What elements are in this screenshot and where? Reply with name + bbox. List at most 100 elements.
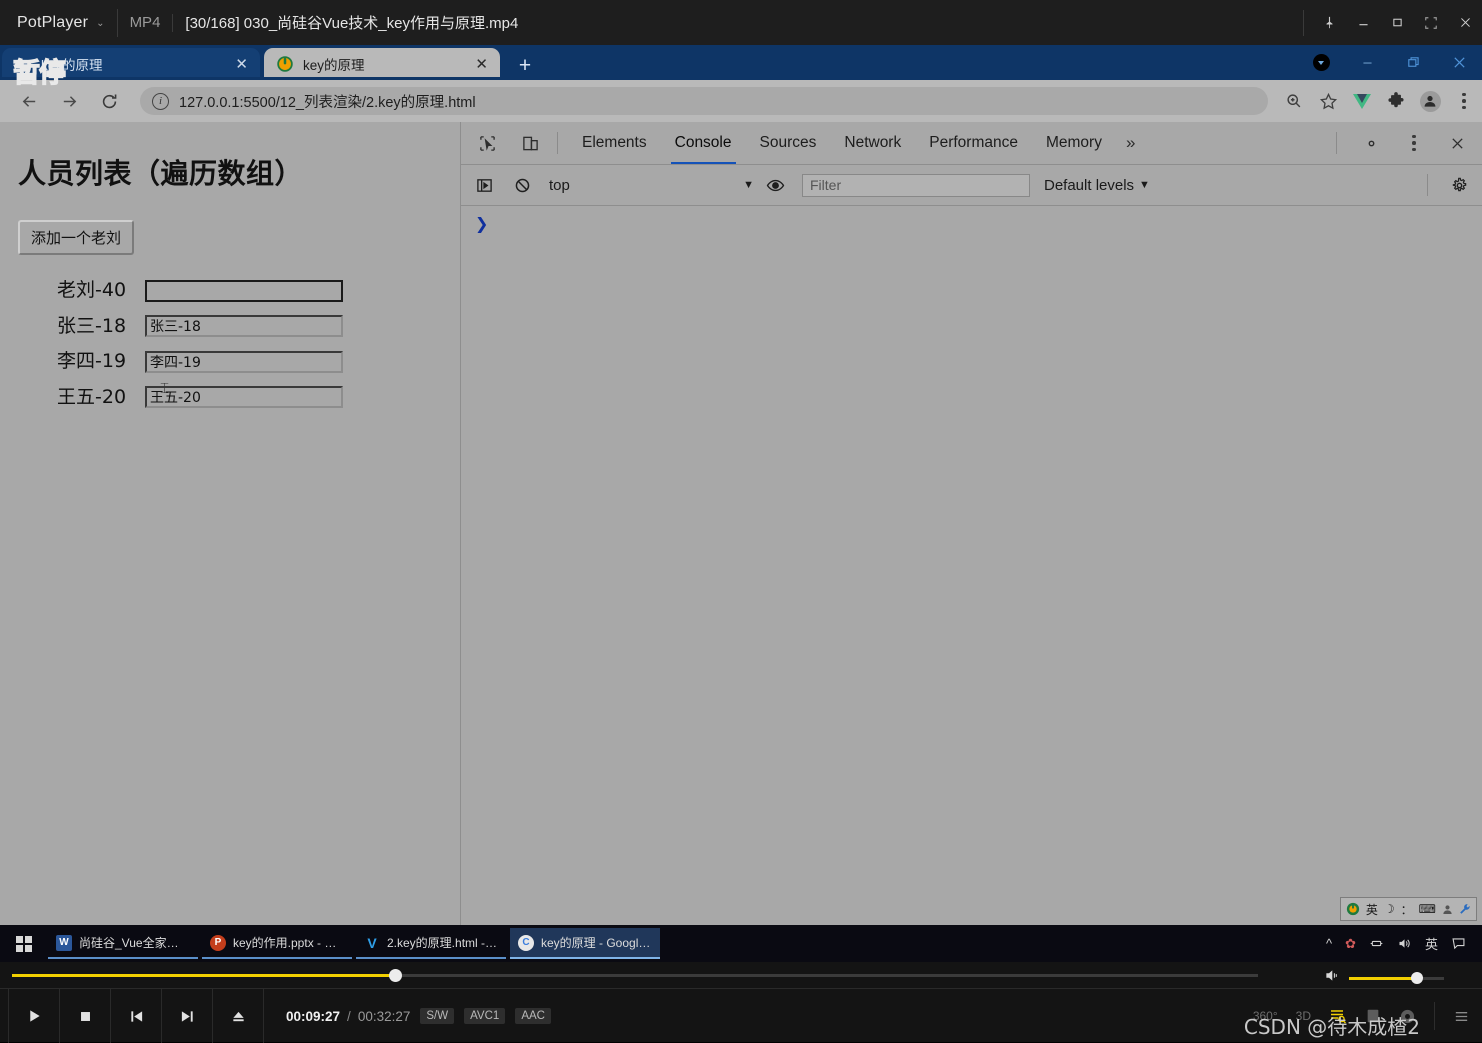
more-tabs-icon[interactable]: » [1116,133,1145,153]
minimize-icon[interactable] [1346,0,1380,45]
vue-devtools-icon[interactable] [1346,85,1378,117]
console-settings-gear-icon[interactable] [1444,170,1474,200]
ime-moon-icon[interactable]: ☽ [1384,902,1395,916]
volume-slider[interactable] [1349,971,1444,984]
potplayer-menu-caret-icon[interactable]: ⌄ [96,18,104,29]
bookmark-star-icon[interactable] [1312,85,1344,117]
list-item: 王五-20 [57,384,460,412]
tray-expand-icon[interactable]: ^ [1326,936,1332,951]
chrome-profile-indicator-icon[interactable] [1298,45,1344,80]
profile-avatar-icon[interactable] [1414,85,1446,117]
site-info-icon[interactable]: i [152,92,169,110]
playlist-icon[interactable] [1365,1008,1381,1024]
pin-icon[interactable] [1312,0,1346,45]
ime-language-label[interactable]: 英 [1366,901,1378,918]
console-filter-input[interactable]: Filter [802,173,1030,197]
ime-logo-icon[interactable] [1346,902,1360,916]
chrome-restore-icon[interactable] [1390,45,1436,80]
chrome-minimize-icon[interactable] [1344,45,1390,80]
console-levels-selector[interactable]: Default levels ▼ [1044,177,1150,194]
tab-memory[interactable]: Memory [1032,122,1116,164]
reload-icon[interactable] [92,84,126,118]
tab-close-icon[interactable]: ✕ [235,57,248,72]
next-button[interactable] [162,989,213,1043]
extensions-puzzle-icon[interactable] [1380,85,1412,117]
tab-close-icon[interactable]: ✕ [475,57,488,72]
person-input[interactable] [145,279,343,302]
browser-tab-1[interactable]: key的原理 ✕ [2,48,260,80]
console-output-area[interactable]: ❯ 英 ☽ ： ⌨ [461,206,1482,925]
tab-title: key的原理 [303,58,365,73]
word-icon: W [56,934,72,951]
person-label: 张三-18 [57,314,127,337]
ime-keyboard-icon[interactable]: ⌨ [1419,902,1436,916]
time-total: 00:32:27 [357,1008,411,1024]
taskbar-item-vscode[interactable]: V 2.key的原理.html - v... [356,928,506,959]
close-icon[interactable] [1448,0,1482,45]
play-button[interactable] [8,989,60,1043]
eject-button[interactable] [213,989,264,1043]
forward-icon[interactable] [52,84,86,118]
taskbar-item-word[interactable]: W 尚硅谷_Vue全家桶.d... [48,928,198,959]
vr360-button[interactable]: 360° [1253,1009,1278,1023]
new-tab-button[interactable]: + [512,54,538,76]
taskbar-item-powerpoint[interactable]: P key的作用.pptx - Po... [202,928,352,959]
seek-handle[interactable] [388,969,402,982]
devtools-more-options-icon[interactable] [1397,126,1431,160]
stop-button[interactable] [60,989,111,1043]
tab-performance[interactable]: Performance [915,122,1032,164]
devtools-tabbar-actions [1328,126,1482,160]
live-expression-eye-icon[interactable] [760,170,790,200]
browser-tab-2[interactable]: key的原理 ✕ [264,48,500,80]
previous-button[interactable] [111,989,162,1043]
console-sidebar-toggle-icon[interactable] [469,170,499,200]
inspect-element-icon[interactable] [470,126,504,160]
tab-network[interactable]: Network [830,122,915,164]
tab-sources[interactable]: Sources [746,122,831,164]
back-icon[interactable] [12,84,46,118]
clear-console-icon[interactable] [507,170,537,200]
person-input[interactable] [145,386,343,409]
devtools-panel: Elements Console Sources Network Perform… [461,122,1482,925]
list-item: 李四-19 [57,348,460,376]
chrome-menu-icon[interactable] [1448,85,1480,117]
ime-floating-toolbar[interactable]: 英 ☽ ： ⌨ [1339,897,1477,921]
person-label: 王五-20 [57,385,127,408]
tray-network-icon[interactable] [1369,936,1384,951]
tray-ime-language-label[interactable]: 英 [1425,934,1438,953]
address-bar[interactable]: i 127.0.0.1:5500/12_列表渲染/2.key的原理.html [140,87,1268,115]
potplayer-controls: 00:09:27 / 00:32:27 S/W AVC1 AAC 360° 3D [0,962,1482,1043]
start-button[interactable] [0,925,48,962]
3d-button[interactable]: 3D [1296,1009,1311,1023]
person-input[interactable] [145,350,343,373]
maximize-icon[interactable] [1380,0,1414,45]
seek-bar[interactable] [12,969,1258,982]
ime-user-icon[interactable] [1442,904,1453,915]
add-laoliu-button[interactable]: 添加一个老刘 [18,220,135,255]
chrome-close-icon[interactable] [1436,45,1482,80]
device-toolbar-icon[interactable] [513,126,547,160]
tray-notifications-icon[interactable] [1451,936,1466,951]
chrome-browser-window: key的原理 ✕ key的原理 ✕ + 暂停 i 127.0.0.1:5500/… [0,45,1482,925]
console-context-selector[interactable]: top ▼ [549,177,754,194]
devtools-close-icon[interactable] [1440,126,1474,160]
volume-handle[interactable] [1411,971,1424,984]
ime-punctuation-icon[interactable]: ： [1401,901,1413,918]
divider [1427,174,1428,196]
media-file-title: [30/168] 030_尚硅谷Vue技术_key作用与原理.mp4 [185,15,519,32]
devtools-settings-gear-icon[interactable] [1354,126,1388,160]
tab-elements[interactable]: Elements [568,122,661,164]
media-format-label: MP4 [129,14,161,31]
taskbar-item-chrome[interactable]: C key的原理 - Google... [510,928,660,959]
ime-tools-icon[interactable] [1459,903,1471,915]
menu-icon[interactable] [1453,1008,1470,1025]
tray-volume-icon[interactable] [1397,936,1412,951]
zoom-icon[interactable] [1278,85,1310,117]
playlist-search-icon[interactable] [1329,1007,1347,1025]
settings-gear-icon[interactable] [1399,1008,1416,1025]
tab-console[interactable]: Console [661,122,746,164]
volume-icon[interactable] [1324,967,1341,989]
person-input[interactable] [145,315,343,338]
fullscreen-icon[interactable] [1414,0,1448,45]
tray-sogou-icon[interactable]: ✿ [1345,936,1356,952]
